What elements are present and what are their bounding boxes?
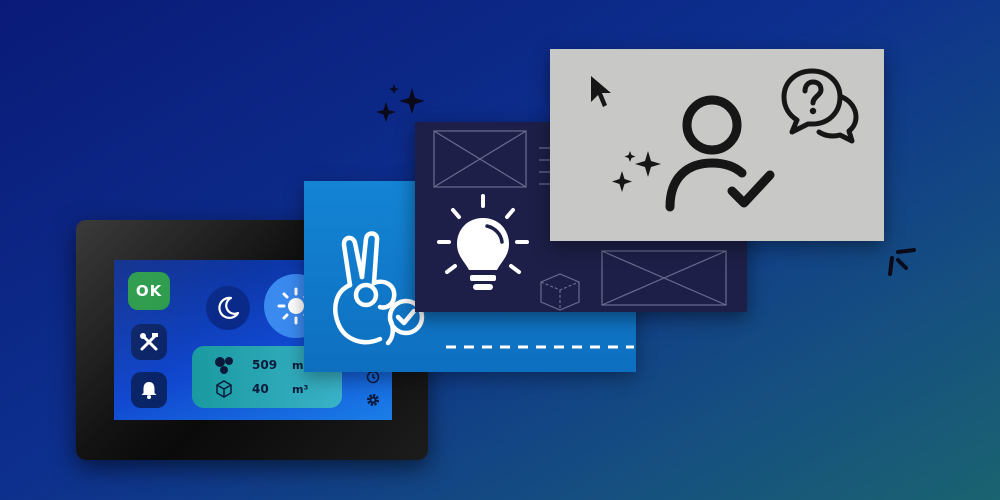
stat-value: 509 — [252, 358, 278, 372]
box-3d-icon — [540, 273, 580, 311]
molecule-icon — [215, 357, 233, 374]
stat-unit: m — [292, 358, 304, 372]
sparkle-icon — [612, 151, 661, 192]
dashed-line — [446, 345, 634, 349]
burst-lines-icon — [884, 246, 924, 280]
ok-hand-icon — [333, 231, 425, 346]
wireframe-image-icon — [601, 250, 727, 306]
alarm-button[interactable] — [131, 372, 167, 408]
cube-icon — [216, 380, 232, 398]
ok-button[interactable]: OK — [128, 272, 170, 310]
stat-value: 40 — [252, 382, 269, 396]
gear-icon[interactable] — [365, 392, 381, 408]
bell-icon — [141, 382, 157, 399]
night-mode-button[interactable] — [206, 286, 250, 330]
stat-row: 40 m³ — [192, 378, 342, 400]
wireframe-image-icon — [433, 130, 527, 188]
user-support-card — [550, 49, 884, 241]
stat-unit: m³ — [292, 382, 309, 396]
tools-button[interactable] — [131, 324, 167, 360]
lightbulb-icon — [437, 194, 529, 290]
cursor-icon — [591, 76, 611, 107]
tools-icon — [140, 333, 158, 351]
question-bubble-icon — [781, 68, 859, 144]
clock-icon — [366, 370, 380, 384]
moon-icon — [218, 296, 240, 319]
user-check-icon — [665, 95, 775, 212]
